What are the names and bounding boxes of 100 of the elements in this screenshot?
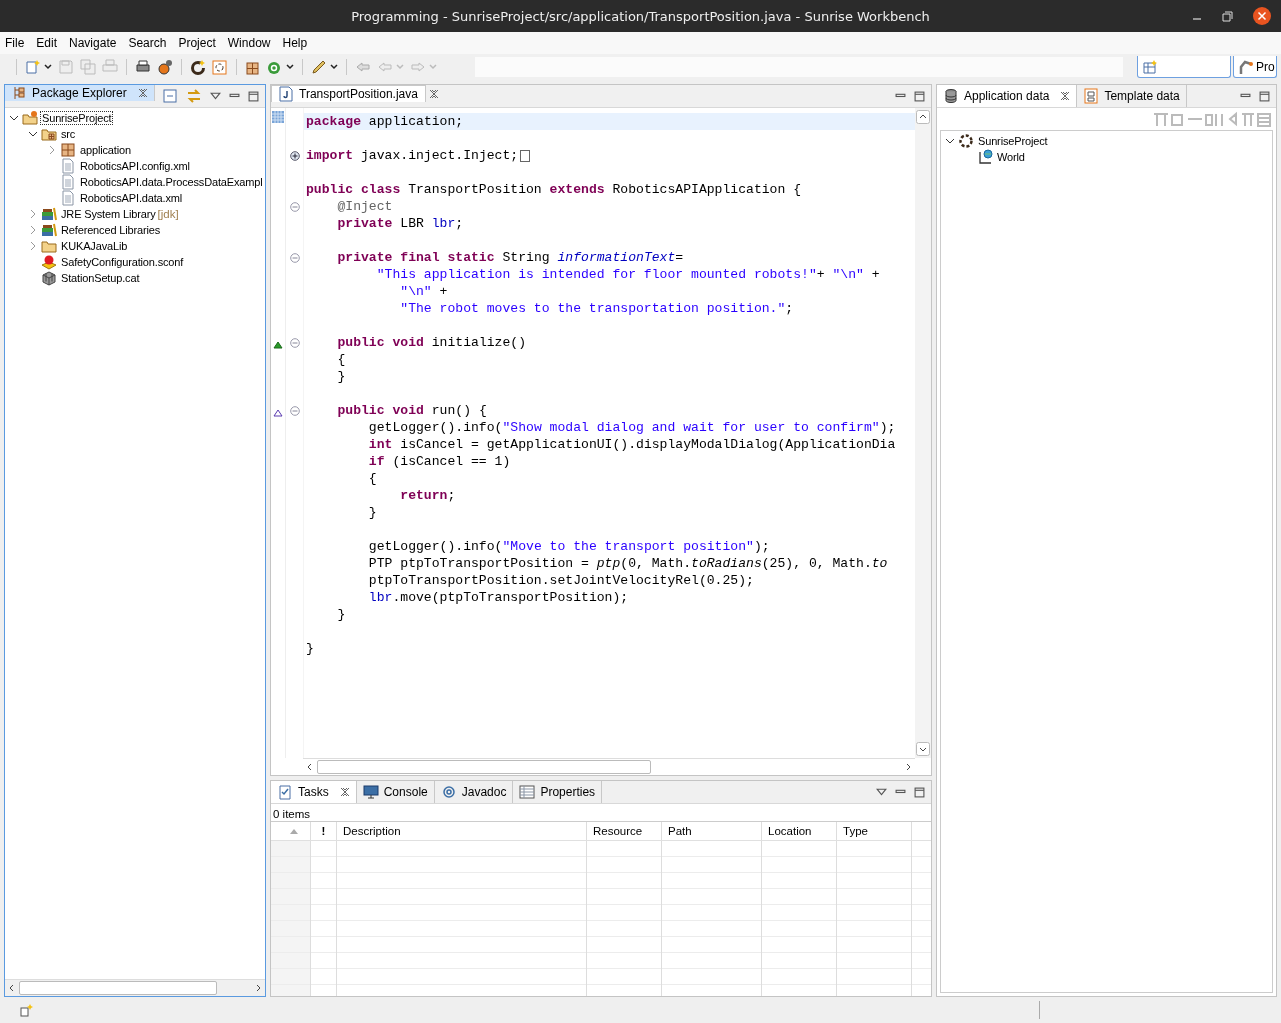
pen-icon[interactable] (311, 59, 327, 75)
maximize-icon[interactable] (1259, 90, 1270, 102)
vertical-scrollbar[interactable] (915, 108, 931, 758)
code-line: private final static String informationText= (336, 250, 684, 265)
open-perspective-button[interactable] (1137, 56, 1231, 78)
tree-item[interactable]: RoboticsAPI.data.ProcessDataExampl (79, 176, 264, 188)
close-icon[interactable] (1253, 7, 1271, 25)
globe-icon (977, 149, 993, 165)
cube-icon (41, 270, 57, 286)
code-line: int isCancel = getApplicationUI().displayModalDialog(ApplicationDia (367, 437, 896, 452)
column-header[interactable]: Type (837, 822, 912, 840)
tree-item[interactable]: application (79, 144, 132, 156)
tree-item[interactable]: RoboticsAPI.config.xml (79, 160, 191, 172)
tree-item[interactable]: src (60, 128, 77, 140)
code-line: { (367, 471, 377, 486)
code-line: private LBR lbr; (336, 216, 464, 231)
maximize-icon[interactable] (248, 90, 259, 102)
column-header[interactable]: Resource (587, 822, 662, 840)
new-project-icon[interactable] (212, 59, 228, 75)
tree-item[interactable]: SafetyConfiguration.sconf (60, 256, 185, 268)
view-menu-icon[interactable] (876, 786, 887, 798)
code-line: { (336, 352, 346, 367)
source-folder-icon (41, 126, 57, 142)
document-icon (60, 158, 76, 174)
new-item-icon[interactable] (18, 1002, 34, 1018)
restore-icon[interactable] (1222, 10, 1233, 22)
menu-item[interactable]: Window (227, 36, 271, 50)
template-icon (1083, 88, 1100, 104)
code-line: lbr.move(ptpToTransportPosition); (367, 590, 629, 605)
books-icon (41, 222, 57, 238)
code-line: } (306, 641, 314, 656)
package-icon[interactable] (245, 59, 261, 75)
at-sign-icon (440, 784, 457, 800)
document-icon (60, 174, 76, 190)
menu-item[interactable]: Help (282, 36, 308, 50)
item-count: 0 items (272, 807, 312, 821)
code-line: } (367, 505, 377, 520)
view-tab[interactable]: Tasks (271, 781, 357, 803)
monitor-icon (362, 784, 379, 800)
bug-icon[interactable] (157, 59, 173, 75)
view-tab[interactable]: Application data (937, 85, 1078, 107)
code-line: import javax.inject.Inject; (306, 148, 519, 163)
caret-icon[interactable] (330, 63, 338, 71)
collapse-icon[interactable] (289, 405, 300, 416)
column-header[interactable]: Description (337, 822, 587, 840)
column-header[interactable]: Path (662, 822, 762, 840)
column-header[interactable]: Location (762, 822, 837, 840)
code-line: return; (399, 488, 456, 503)
folded-code-marker[interactable] (520, 149, 531, 162)
package-tree-icon (11, 85, 27, 101)
code-line: package application; (306, 114, 464, 129)
project-folder-icon (22, 110, 38, 126)
table-icon (1142, 58, 1158, 75)
folder-icon (41, 238, 57, 254)
sync-icon[interactable] (190, 59, 206, 75)
collapse-icon[interactable] (289, 252, 300, 263)
tree-item[interactable]: KUKAJavaLib (60, 240, 129, 252)
package-icon (60, 142, 76, 158)
code-line: if (isCancel == 1) (367, 454, 511, 469)
view-tab[interactable]: Package Explorer (5, 85, 155, 101)
scroll-down-icon[interactable] (916, 742, 930, 756)
table-icon (519, 784, 536, 800)
code-line: "\n" + (399, 284, 448, 299)
code-line: getLogger().info("Show modal dialog and wait for user to confirm"); (367, 420, 896, 435)
printer-icon[interactable] (135, 59, 151, 75)
menu-item[interactable]: Project (178, 36, 216, 50)
code-line: public class TransportPosition extends RoboticsAPIApplication { (306, 182, 802, 197)
expand-icon[interactable] (289, 150, 300, 161)
menu-item[interactable]: Navigate (69, 36, 117, 50)
column-header[interactable]: ! (311, 822, 337, 840)
tree-item[interactable]: RoboticsAPI.data.xml (79, 192, 184, 204)
tree-item[interactable]: JRE System Library (60, 208, 157, 220)
code-line: } (336, 369, 346, 384)
tree-item[interactable]: SunriseProject (977, 135, 1049, 147)
window-title: Programming - SunriseProject/src/application/TransportPosition.java - Sunrise Workbench (351, 8, 930, 24)
maximize-icon[interactable] (914, 786, 925, 798)
code-line: @Inject (336, 199, 393, 214)
tree-item[interactable]: SunriseProject (41, 112, 113, 124)
tree-item[interactable]: StationSetup.cat (60, 272, 141, 284)
perspective-button[interactable]: Pro (1233, 56, 1277, 78)
scroll-up-icon[interactable] (916, 110, 930, 124)
maximize-icon[interactable] (914, 90, 925, 102)
menu-item[interactable]: File (5, 36, 25, 50)
caret-icon[interactable] (44, 63, 52, 71)
view-menu-icon[interactable] (210, 90, 221, 102)
tree-item[interactable]: Referenced Libraries (60, 224, 162, 236)
dashed-ring-icon (958, 133, 974, 149)
beacon-icon (41, 254, 57, 270)
overview-marker-icon (272, 110, 284, 124)
horizontal-scrollbar[interactable] (5, 979, 265, 996)
code-line: getLogger().info("Move to the transport position"); (367, 539, 770, 554)
menu-item[interactable]: Edit (36, 36, 58, 50)
collapse-icon[interactable] (289, 337, 300, 348)
menu-item[interactable]: Search (128, 36, 167, 50)
caret-icon[interactable] (286, 63, 294, 71)
code-line: PTP ptpToTransportPosition = ptp(0, Math.toRadians(25), 0, Math.to (367, 556, 888, 571)
code-line: ptpToTransportPosition.setJointVelocityRel(0.25); (367, 573, 754, 588)
database-icon (943, 88, 959, 104)
tree-item[interactable]: World (996, 151, 1026, 163)
collapse-icon[interactable] (289, 201, 300, 212)
